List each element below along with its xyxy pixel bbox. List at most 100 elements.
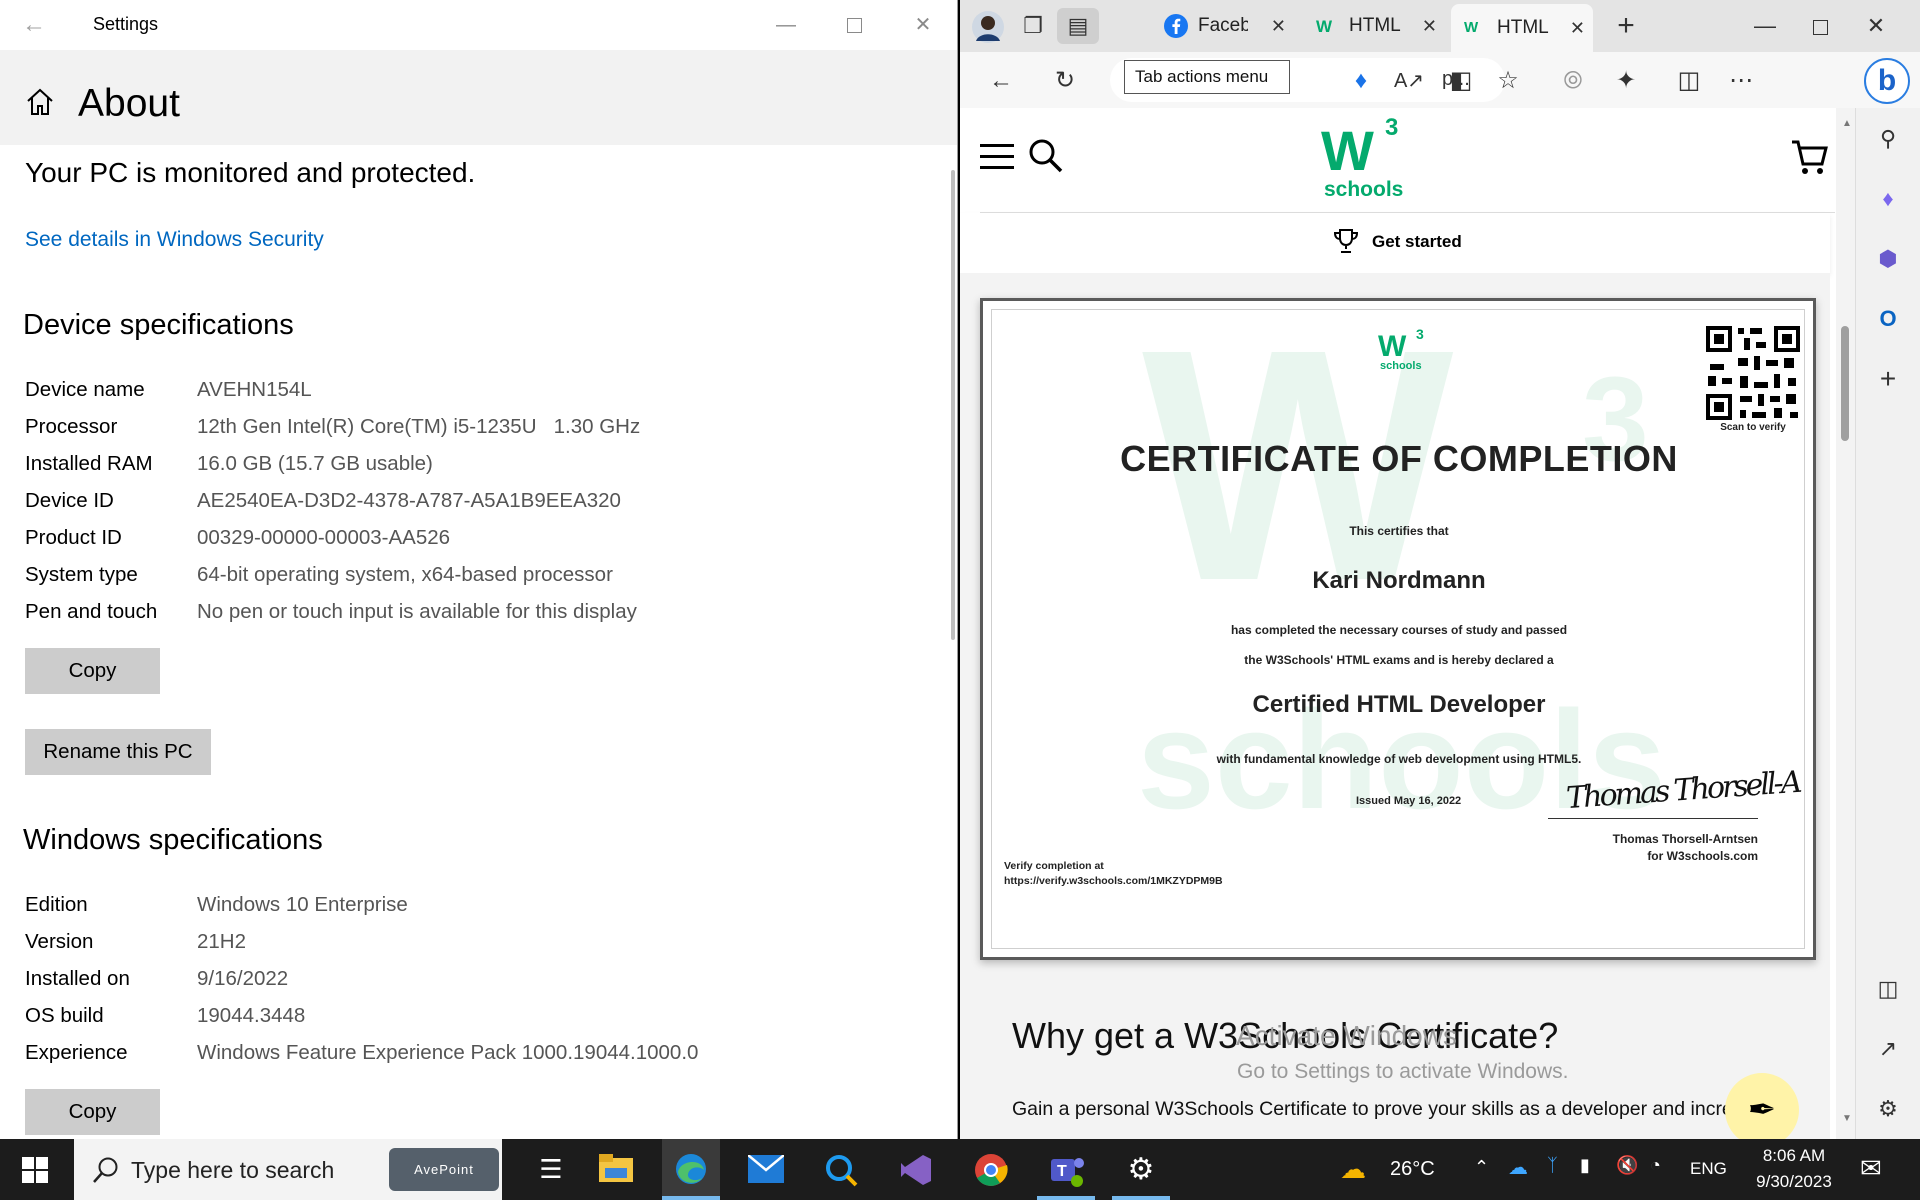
spec-value: 16.0 GB (15.7 GB usable) — [197, 452, 433, 475]
spec-key: Pen and touch — [25, 600, 158, 623]
get-started-link[interactable]: Get started — [1372, 232, 1462, 252]
extension-compass-icon[interactable]: ⦾ — [1556, 64, 1590, 98]
spec-row: Device name AVEHN154L — [25, 378, 925, 408]
task-view-icon[interactable]: ☰ — [522, 1139, 580, 1200]
back-arrow-icon[interactable]: ← — [984, 64, 1018, 98]
notification-icon[interactable]: ✉ — [1860, 1153, 1882, 1184]
settings-gear-icon[interactable]: ⚙ — [1112, 1139, 1170, 1200]
svg-text:T: T — [1057, 1163, 1067, 1180]
close-button[interactable]: ✕ — [1858, 10, 1894, 42]
favorite-star-icon[interactable]: ☆ — [1491, 64, 1525, 98]
open-external-icon[interactable]: ↗ — [1873, 1034, 1903, 1064]
chevron-up-icon[interactable]: ⌃ — [1474, 1157, 1489, 1178]
split-screen-icon[interactable]: ◫ — [1672, 64, 1706, 98]
maximize-button[interactable] — [1802, 10, 1838, 42]
price-tag-icon[interactable]: ♦ — [1344, 64, 1378, 98]
bluetooth-icon[interactable]: ᛉ — [1547, 1155, 1558, 1176]
spec-value: AVEHN154L — [197, 378, 312, 401]
back-arrow-icon[interactable]: ← — [22, 12, 52, 38]
activate-windows-subtitle: Go to Settings to activate Windows. — [1237, 1060, 1569, 1083]
sidebar-panel-icon[interactable]: ◫ — [1873, 974, 1903, 1004]
spec-key: Installed on — [25, 967, 130, 990]
verify-url[interactable]: https://verify.w3schools.com/1MKZYDPM9B — [1004, 875, 1223, 887]
avatar-icon — [972, 11, 1004, 43]
collections-tabs-icon[interactable]: ❐ — [1015, 10, 1051, 42]
spec-row: Processor 12th Gen Intel(R) Core(TM) i5-1… — [25, 415, 925, 445]
weather-icon[interactable]: ☁ — [1340, 1139, 1382, 1200]
add-sidebar-icon[interactable]: + — [1873, 364, 1903, 394]
rename-pc-button[interactable]: Rename this PC — [25, 729, 211, 775]
close-tab-icon[interactable]: ✕ — [1271, 8, 1286, 44]
close-tab-icon[interactable]: ✕ — [1570, 4, 1585, 52]
visual-studio-icon[interactable] — [887, 1139, 945, 1200]
tab-html-active[interactable]: W HTML ✕ — [1451, 4, 1593, 52]
gear-icon[interactable]: ⚙ — [1873, 1094, 1903, 1124]
battery-icon[interactable]: ▮ — [1580, 1155, 1590, 1176]
clock-time[interactable]: 8:06 AM — [1750, 1146, 1838, 1166]
file-explorer-icon[interactable] — [587, 1139, 645, 1200]
settings-active-indicator — [1112, 1196, 1170, 1200]
spec-row: Device ID AE2540EA-D3D2-4378-A787-A5A1B9E… — [25, 489, 925, 519]
signature-line — [1548, 818, 1758, 819]
signer-org: for W3schools.com — [1647, 849, 1758, 863]
shopping-tag-icon[interactable]: ♦ — [1873, 184, 1903, 214]
volume-mute-icon[interactable]: 🔇 — [1616, 1155, 1638, 1176]
tab-facebook[interactable]: Facebo ✕ — [1152, 8, 1294, 44]
settings-scrollbar[interactable] — [951, 170, 955, 640]
search-icon[interactable] — [1028, 138, 1064, 174]
teams-icon[interactable]: T — [1037, 1139, 1095, 1200]
chrome-icon[interactable] — [962, 1139, 1020, 1200]
scroll-up-icon[interactable]: ▲ — [1842, 118, 1852, 129]
window-title: Settings — [93, 14, 159, 34]
minimize-button[interactable]: — — [1747, 10, 1783, 42]
w3schools-logo[interactable]: W 3 schools — [1317, 114, 1407, 206]
certifies-text: This certifies that — [1349, 524, 1449, 538]
read-aloud-icon[interactable]: A↗ — [1392, 64, 1426, 98]
close-tab-icon[interactable]: ✕ — [1422, 8, 1437, 44]
tab-html-1[interactable]: W HTML ✕ — [1303, 8, 1445, 44]
security-link[interactable]: See details in Windows Security — [25, 228, 324, 252]
search-icon[interactable]: ⚲ — [1873, 124, 1903, 154]
windows-start-icon[interactable] — [22, 1157, 48, 1183]
scroll-thumb[interactable] — [1841, 326, 1849, 441]
page-scrollbar[interactable]: ▲ ▼ — [1836, 108, 1855, 1139]
get-started-bar[interactable]: Get started — [960, 213, 1830, 273]
avepoint-button[interactable]: AvePoint — [389, 1148, 499, 1191]
outlook-icon[interactable]: O — [1873, 304, 1903, 334]
spec-row: Edition Windows 10 Enterprise — [25, 893, 925, 923]
edge-taskbar-icon[interactable] — [662, 1139, 720, 1200]
browser-toolbar: ← ↻ p... ♦ A↗ ◧ ☆ ⦾ ✦ ◫ ⋯ — [960, 52, 1920, 108]
w3schools-icon: W — [1464, 19, 1479, 36]
refresh-icon[interactable]: ↻ — [1048, 64, 1082, 98]
copy-windows-specs-button[interactable]: Copy — [25, 1089, 160, 1135]
language-indicator[interactable]: ENG — [1690, 1159, 1727, 1179]
feedback-pen-icon[interactable]: ✒ — [1725, 1073, 1799, 1139]
tab-actions-icon[interactable]: ▤ — [1057, 8, 1099, 44]
maximize-button[interactable] — [831, 8, 877, 42]
extensions-puzzle-icon[interactable]: ✦ — [1609, 64, 1643, 98]
new-tab-button[interactable]: + — [1608, 10, 1644, 42]
scroll-down-icon[interactable]: ▼ — [1842, 1113, 1852, 1124]
cert-role: Certified HTML Developer — [1252, 691, 1546, 718]
reading-view-icon[interactable]: ◧ — [1444, 64, 1478, 98]
logo-w: W — [1321, 119, 1374, 182]
weather-temp[interactable]: 26°C — [1390, 1158, 1435, 1181]
bing-copilot-icon[interactable]: b — [1864, 58, 1910, 104]
clock-date[interactable]: 9/30/2023 — [1750, 1172, 1838, 1192]
onedrive-icon[interactable]: ☁ — [1508, 1155, 1528, 1180]
issued-date: Issued May 16, 2022 — [1356, 795, 1462, 807]
cert-line-1: has completed the necessary courses of s… — [1230, 623, 1568, 637]
wifi-icon[interactable]: ◔ — [1650, 1155, 1661, 1176]
hamburger-menu-icon[interactable] — [980, 142, 1016, 172]
m365-icon[interactable]: ⬢ — [1873, 244, 1903, 274]
spec-row: System type 64-bit operating system, x64-… — [25, 563, 925, 593]
cart-icon[interactable] — [1790, 138, 1830, 178]
copy-device-specs-button[interactable]: Copy — [25, 648, 160, 694]
more-menu-icon[interactable]: ⋯ — [1724, 64, 1758, 98]
close-button[interactable]: ✕ — [900, 8, 946, 42]
feedback-search-icon[interactable] — [812, 1139, 870, 1200]
mail-icon[interactable] — [737, 1139, 795, 1200]
minimize-button[interactable]: — — [763, 8, 809, 42]
profile-avatar[interactable] — [970, 10, 1006, 43]
home-icon[interactable] — [24, 86, 56, 118]
